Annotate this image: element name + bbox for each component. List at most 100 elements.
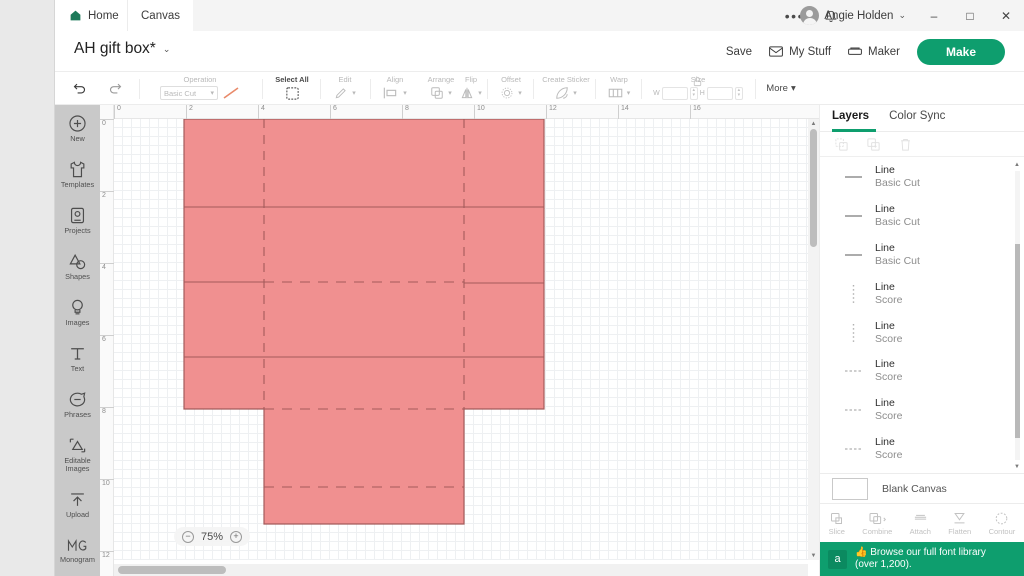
- font-library-promo-banner[interactable]: a 👍 Browse our full font library (over 1…: [820, 542, 1024, 576]
- zoom-out-button[interactable]: −: [182, 531, 194, 543]
- canvas-vertical-scrollbar[interactable]: ▲ ▼: [808, 119, 819, 560]
- scrollbar-thumb[interactable]: [810, 129, 817, 247]
- width-input[interactable]: [662, 87, 688, 100]
- edit-menu-button[interactable]: Edit ▾: [323, 72, 367, 105]
- sidebar-item-projects[interactable]: Projects: [55, 197, 100, 243]
- canvas-area[interactable]: 0 2 4 6 8 10 12 14 16 0 2 4 6 8 10 12: [100, 105, 819, 576]
- sidebar-item-images[interactable]: Images: [55, 289, 100, 335]
- gift-box-template[interactable]: [114, 119, 808, 560]
- table-row[interactable]: Line Score: [820, 391, 1024, 430]
- layer-operation: Score: [875, 333, 902, 346]
- table-row[interactable]: Line Basic Cut: [820, 236, 1024, 275]
- sidebar-item-templates[interactable]: Templates: [55, 151, 100, 197]
- canvas-color-swatch[interactable]: [832, 478, 868, 500]
- table-row[interactable]: Line Score: [820, 352, 1024, 391]
- contour-button[interactable]: Contour: [989, 511, 1016, 536]
- more-menu-button[interactable]: More ▾: [759, 72, 803, 105]
- my-stuff-button[interactable]: My Stuff: [769, 46, 831, 58]
- scrollbar-thumb[interactable]: [1015, 244, 1020, 438]
- undo-button[interactable]: [61, 72, 97, 105]
- select-all-button[interactable]: Select All: [267, 72, 317, 105]
- zoom-in-button[interactable]: +: [230, 531, 242, 543]
- redo-icon: [108, 81, 123, 96]
- table-row[interactable]: Line Score: [820, 313, 1024, 352]
- attach-button[interactable]: Attach: [910, 511, 931, 536]
- table-row[interactable]: Line Basic Cut: [820, 158, 1024, 197]
- scroll-up-icon[interactable]: ▲: [1013, 160, 1021, 169]
- project-title-group[interactable]: AH gift box* ⌄: [74, 40, 170, 58]
- operation-line-swatch[interactable]: [222, 86, 240, 100]
- sidebar-item-label: Projects: [64, 227, 90, 235]
- warp-menu-button[interactable]: Warp ▾: [597, 72, 641, 105]
- layers-scrollbar[interactable]: ▲ ▼: [1013, 160, 1021, 471]
- tab-layers[interactable]: Layers: [832, 105, 869, 122]
- canvas-horizontal-scrollbar[interactable]: [114, 564, 808, 576]
- table-row[interactable]: Line Score: [820, 430, 1024, 469]
- create-sticker-label: Create Sticker: [535, 75, 597, 84]
- undo-icon: [72, 81, 87, 96]
- save-button[interactable]: Save: [726, 46, 752, 58]
- toolbar-divider: [139, 79, 140, 99]
- layer-operations-bar: Slice Combine Attach Flatten Contour: [820, 503, 1024, 542]
- sidebar-item-new[interactable]: New: [55, 105, 100, 151]
- sidebar-item-text[interactable]: Text: [55, 335, 100, 381]
- active-tab-underline: [832, 129, 876, 132]
- sidebar-item-upload[interactable]: Upload: [55, 481, 100, 527]
- make-button[interactable]: Make: [917, 39, 1005, 65]
- canvas-grid[interactable]: [114, 119, 808, 560]
- layer-operation: Score: [875, 294, 902, 307]
- combine-button[interactable]: Combine: [862, 511, 892, 536]
- scroll-down-icon[interactable]: ▼: [1013, 462, 1021, 471]
- tab-canvas-label: Canvas: [141, 10, 180, 22]
- flatten-label: Flatten: [948, 527, 971, 536]
- user-menu[interactable]: Angie Holden ⌄: [800, 0, 906, 31]
- redo-button[interactable]: [97, 72, 133, 105]
- blank-canvas-row[interactable]: Blank Canvas: [820, 473, 1024, 503]
- editable-images-icon: [68, 436, 87, 455]
- promo-line-2: (over 1,200).: [855, 559, 986, 571]
- contour-icon: [994, 511, 1009, 526]
- machine-selector-button[interactable]: Maker: [848, 46, 900, 58]
- layer-name: Line: [875, 320, 902, 333]
- slice-button[interactable]: Slice: [829, 511, 845, 536]
- tab-color-sync[interactable]: Color Sync: [889, 105, 945, 122]
- aspect-lock-button[interactable]: [692, 76, 703, 87]
- scroll-down-icon[interactable]: ▼: [808, 551, 819, 560]
- table-row[interactable]: Line Score: [820, 274, 1024, 313]
- toolbar-divider: [487, 79, 488, 99]
- ruler-tick: 0: [114, 105, 121, 119]
- scroll-up-icon[interactable]: ▲: [808, 119, 819, 128]
- height-stepper[interactable]: ▴▾: [735, 87, 743, 100]
- sidebar-item-shapes[interactable]: Shapes: [55, 243, 100, 289]
- sidebar-item-monogram[interactable]: Monogram: [55, 527, 100, 573]
- create-sticker-button[interactable]: Create Sticker ▾: [535, 72, 597, 105]
- minimize-button[interactable]: –: [916, 0, 952, 31]
- table-row[interactable]: Line Basic Cut: [820, 197, 1024, 236]
- layer-name: Line: [875, 397, 902, 410]
- sidebar-item-phrases[interactable]: Phrases: [55, 381, 100, 427]
- close-button[interactable]: ✕: [988, 0, 1024, 31]
- zoom-control: − 75% +: [174, 527, 250, 546]
- offset-menu-button[interactable]: Offset ▾: [489, 72, 533, 105]
- flatten-button[interactable]: Flatten: [948, 511, 971, 536]
- trash-icon: [898, 137, 913, 152]
- scrollbar-thumb[interactable]: [118, 566, 226, 574]
- ruler-tick: 6: [330, 105, 337, 119]
- offset-icon: [500, 86, 514, 100]
- operation-select[interactable]: Basic Cut ▾: [160, 86, 218, 100]
- height-input[interactable]: [707, 87, 733, 100]
- horizontal-dashed-line-icon: [844, 368, 863, 374]
- layer-list[interactable]: Line Basic Cut Line Basic Cut: [820, 158, 1024, 473]
- sidebar-item-editable-images[interactable]: Editable Images: [55, 427, 100, 481]
- sidebar-item-label: Phrases: [64, 411, 91, 419]
- sidebar-item-label: Shapes: [65, 273, 90, 281]
- plus-circle-icon: [68, 114, 87, 133]
- tab-canvas[interactable]: Canvas: [127, 0, 193, 31]
- layer-operation: Basic Cut: [875, 216, 920, 229]
- save-label: Save: [726, 46, 752, 58]
- maximize-button[interactable]: □: [952, 0, 988, 31]
- tab-home[interactable]: Home: [55, 0, 127, 31]
- align-menu-button[interactable]: Align ▾: [373, 72, 417, 105]
- select-all-label: Select All: [267, 75, 317, 84]
- width-stepper[interactable]: ▴▾: [690, 87, 698, 100]
